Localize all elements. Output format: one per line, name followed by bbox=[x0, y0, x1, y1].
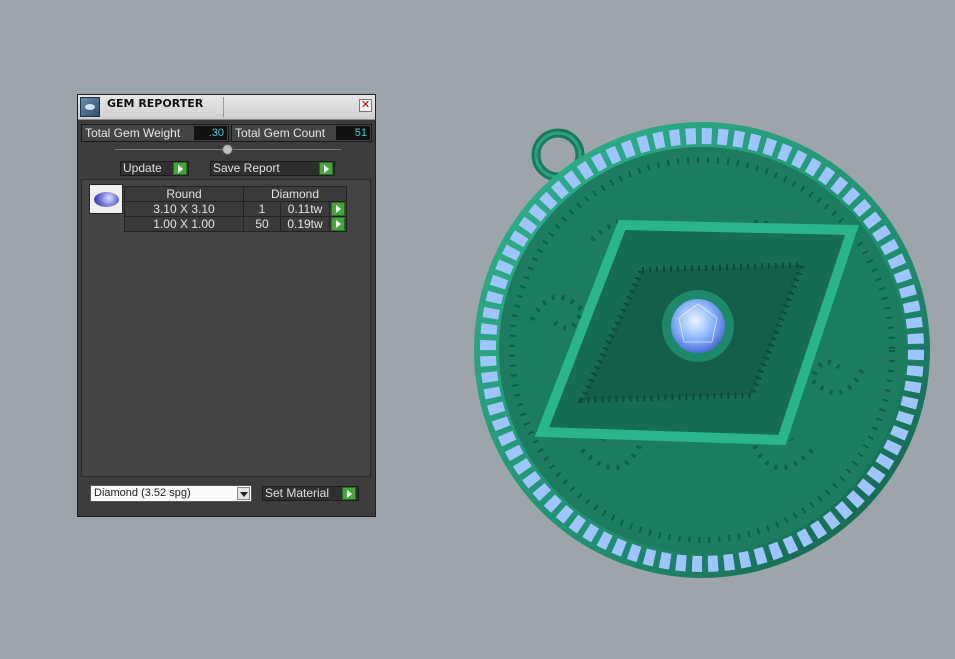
total-gem-weight-value: .30 bbox=[194, 126, 227, 140]
pendant-3d-view[interactable] bbox=[462, 120, 942, 580]
save-report-button[interactable]: Save Report bbox=[210, 161, 335, 176]
total-gem-weight-box: Total Gem Weight .30 bbox=[81, 124, 229, 142]
gem-reporter-window: GEM REPORTER ✕ Total Gem Weight .30 Tota… bbox=[77, 94, 376, 517]
gem-weight: 0.19tw bbox=[280, 216, 330, 232]
center-gem bbox=[662, 290, 734, 362]
close-button[interactable]: ✕ bbox=[359, 99, 372, 112]
play-arrow-icon bbox=[342, 487, 356, 500]
save-report-button-label: Save Report bbox=[213, 161, 280, 175]
total-gem-count-box: Total Gem Count 51 bbox=[231, 124, 372, 142]
play-arrow-icon bbox=[331, 202, 345, 216]
update-button-label: Update bbox=[123, 161, 162, 175]
gem-weight: 0.11tw bbox=[280, 201, 330, 217]
material-select[interactable]: Diamond (3.52 spg) bbox=[90, 485, 252, 502]
round-gem-icon[interactable] bbox=[89, 184, 123, 214]
gem-size: 1.00 X 1.00 bbox=[124, 216, 244, 232]
play-arrow-icon bbox=[173, 162, 187, 175]
table-row[interactable]: 3.10 X 3.10 1 0.11tw bbox=[124, 201, 347, 217]
table-row[interactable]: 1.00 X 1.00 50 0.19tw bbox=[124, 216, 347, 232]
slider-thumb[interactable] bbox=[222, 144, 233, 155]
gem-count: 50 bbox=[243, 216, 281, 232]
window-title: GEM REPORTER bbox=[107, 97, 204, 110]
total-gem-weight-label: Total Gem Weight bbox=[85, 126, 181, 140]
row-select-button[interactable] bbox=[329, 201, 347, 217]
gem-size: 3.10 X 3.10 bbox=[124, 201, 244, 217]
header-shape: Round bbox=[124, 186, 244, 202]
update-button[interactable]: Update bbox=[120, 161, 189, 176]
gem-table: Round Diamond 3.10 X 3.10 1 0.11tw 1.00 … bbox=[124, 186, 347, 232]
gem-count: 1 bbox=[243, 201, 281, 217]
table-header: Round Diamond bbox=[124, 186, 347, 202]
total-gem-count-label: Total Gem Count bbox=[235, 126, 326, 140]
gem-reporter-icon bbox=[80, 97, 100, 117]
set-material-button[interactable]: Set Material bbox=[262, 486, 359, 501]
chevron-down-icon[interactable] bbox=[237, 487, 250, 500]
total-gem-count-value: 51 bbox=[336, 126, 370, 140]
play-arrow-icon bbox=[319, 162, 333, 175]
gem-list-panel: Round Diamond 3.10 X 3.10 1 0.11tw 1.00 … bbox=[81, 179, 371, 477]
header-material: Diamond bbox=[243, 186, 347, 202]
set-material-button-label: Set Material bbox=[265, 486, 330, 500]
material-select-value: Diamond (3.52 spg) bbox=[94, 487, 191, 499]
play-arrow-icon bbox=[331, 217, 345, 231]
row-select-button[interactable] bbox=[329, 216, 347, 232]
title-divider bbox=[223, 97, 224, 117]
title-bar[interactable]: GEM REPORTER ✕ bbox=[78, 95, 375, 120]
